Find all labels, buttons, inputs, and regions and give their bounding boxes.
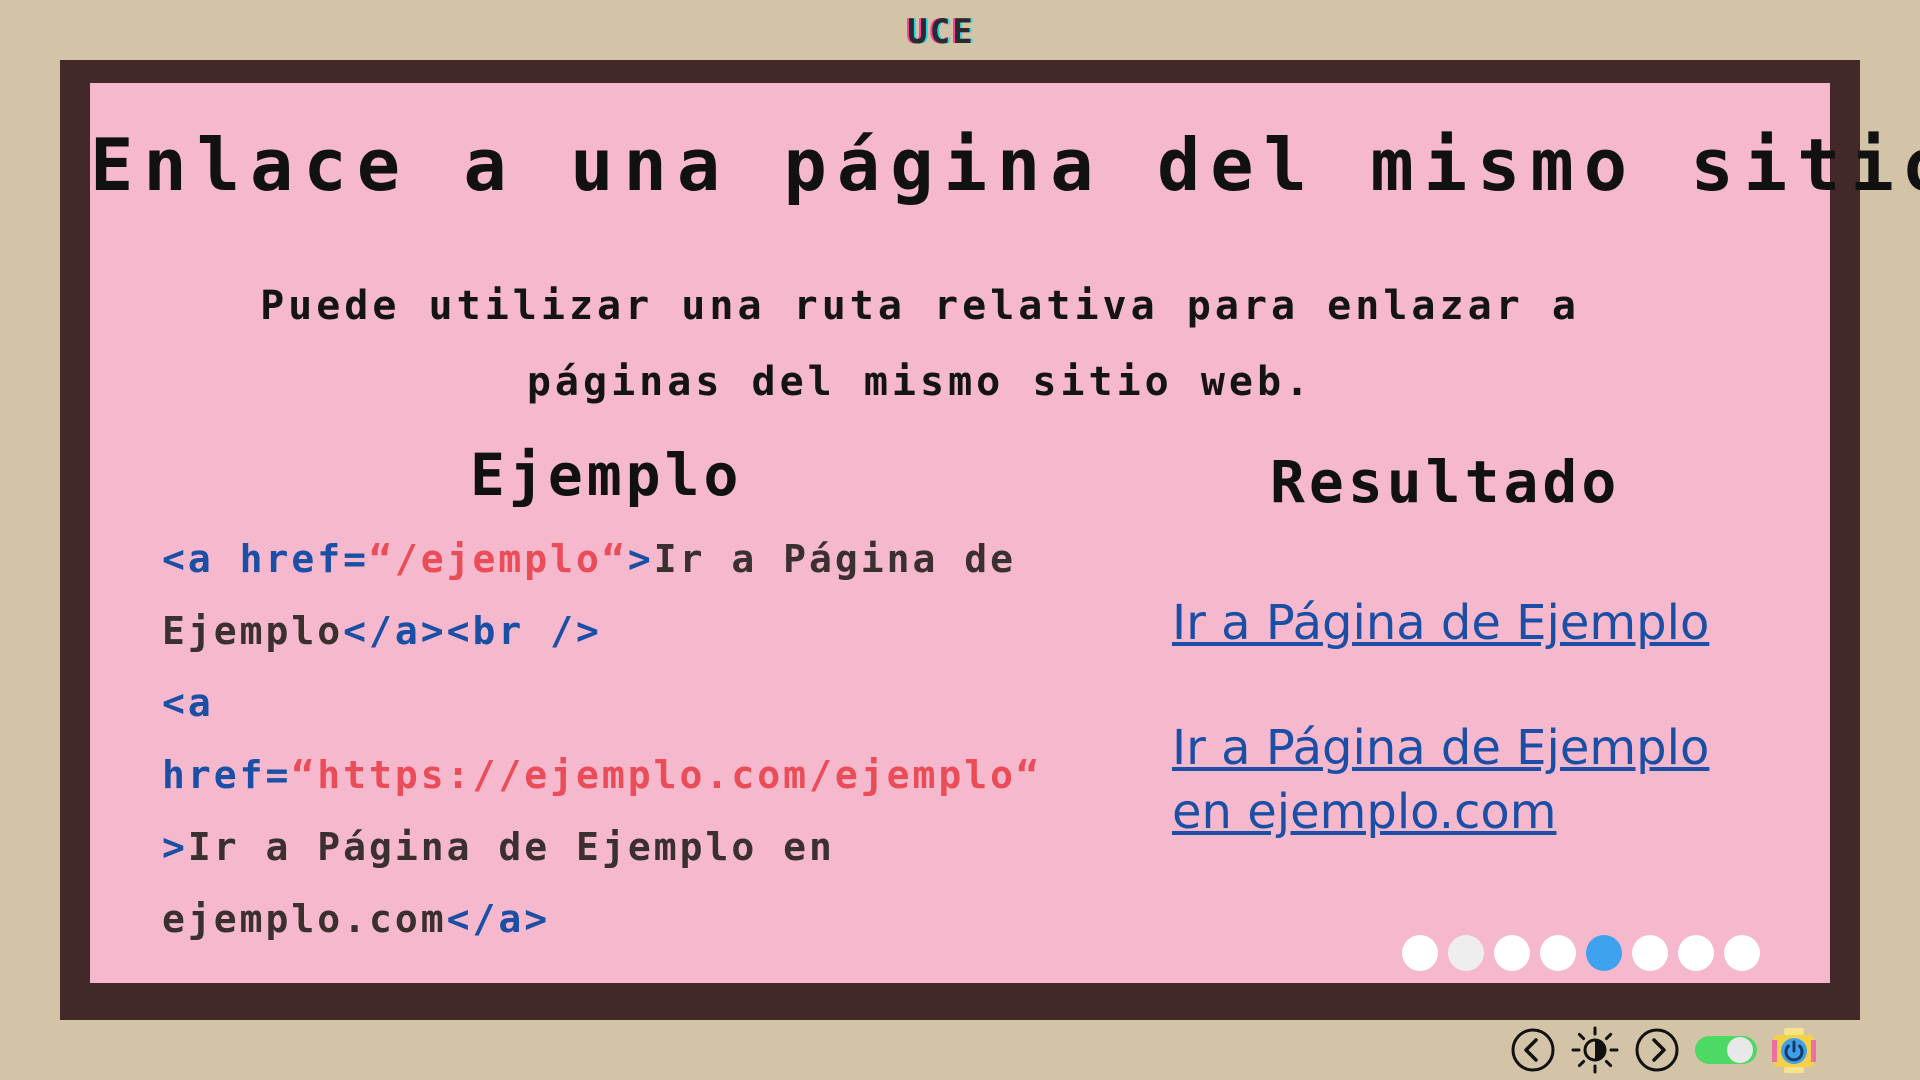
code-tag: <a <box>162 681 214 725</box>
code-text: Ir a Página de <box>653 537 1016 581</box>
intro-line-2: páginas del mismo sitio web. <box>526 359 1314 405</box>
pagination-dot[interactable] <box>1678 935 1714 971</box>
result-link-absolute[interactable]: Ir a Página de Ejemplo en ejemplo.com <box>1172 716 1812 844</box>
next-slide-button[interactable] <box>1634 1027 1680 1073</box>
power-icon <box>1772 1028 1816 1073</box>
brand-logo: UCE <box>907 12 975 52</box>
code-tag: <a href= <box>162 537 370 581</box>
code-line-4: href=“https://ejemplo.com/ejemplo“ <box>162 739 1162 811</box>
power-button[interactable] <box>1772 1026 1816 1074</box>
slide-intro: Puede utilizar una ruta relativa para en… <box>220 268 1620 420</box>
code-tag: > <box>162 825 188 869</box>
pagination-dot[interactable] <box>1494 935 1530 971</box>
code-text: Ejemplo <box>162 609 344 653</box>
code-line-6: ejemplo.com</a> <box>162 883 1162 955</box>
code-line-5: >Ir a Página de Ejemplo en <box>162 811 1162 883</box>
code-line-1: <a href=“/ejemplo“>Ir a Página de <box>162 523 1162 595</box>
result-link-absolute-line-1: Ir a Página de Ejemplo <box>1172 720 1710 776</box>
code-line-3: <a <box>162 667 1162 739</box>
pagination-dot[interactable] <box>1402 935 1438 971</box>
sun-icon <box>1571 1026 1619 1074</box>
slide-title: Enlace a una página del mismo sitio <box>90 123 1920 207</box>
pagination-dot[interactable] <box>1632 935 1668 971</box>
toggle-icon <box>1695 1036 1757 1064</box>
code-string: “https://ejemplo.com/ejemplo“ <box>291 753 1042 797</box>
result-link-absolute-line-2: en ejemplo.com <box>1172 784 1557 840</box>
code-tag: </a> <box>446 897 551 941</box>
mode-switch[interactable] <box>1694 1033 1758 1067</box>
code-example: <a href=“/ejemplo“>Ir a Página de Ejempl… <box>162 523 1162 955</box>
pagination-dot[interactable] <box>1540 935 1576 971</box>
pagination-dot[interactable] <box>1586 935 1622 971</box>
result-links: Ir a Página de Ejemplo Ir a Página de Ej… <box>1172 591 1812 844</box>
code-line-2: Ejemplo</a><br /> <box>162 595 1162 667</box>
chevron-right-icon <box>1635 1028 1679 1072</box>
code-text: ejemplo.com <box>162 897 447 941</box>
theme-toggle-button[interactable] <box>1570 1025 1620 1075</box>
result-link-relative[interactable]: Ir a Página de Ejemplo <box>1172 591 1812 655</box>
code-tag: </a><br /> <box>343 609 602 653</box>
result-heading: Resultado <box>1270 448 1621 516</box>
pagination-dot[interactable] <box>1724 935 1760 971</box>
prev-slide-button[interactable] <box>1510 1027 1556 1073</box>
presentation-controls <box>1510 1026 1816 1074</box>
slide-pagination <box>1402 935 1760 971</box>
example-heading: Ejemplo <box>470 441 743 509</box>
slide: Enlace a una página del mismo sitio Pued… <box>90 83 1920 983</box>
pagination-dot[interactable] <box>1448 935 1484 971</box>
chevron-left-icon <box>1511 1028 1555 1072</box>
code-string: “/ejemplo“ <box>369 537 628 581</box>
code-text: Ir a Página de Ejemplo en <box>187 825 835 869</box>
code-attr: href= <box>162 753 292 797</box>
intro-line-1: Puede utilizar una ruta relativa para en… <box>260 283 1580 329</box>
code-tag: > <box>627 537 654 581</box>
